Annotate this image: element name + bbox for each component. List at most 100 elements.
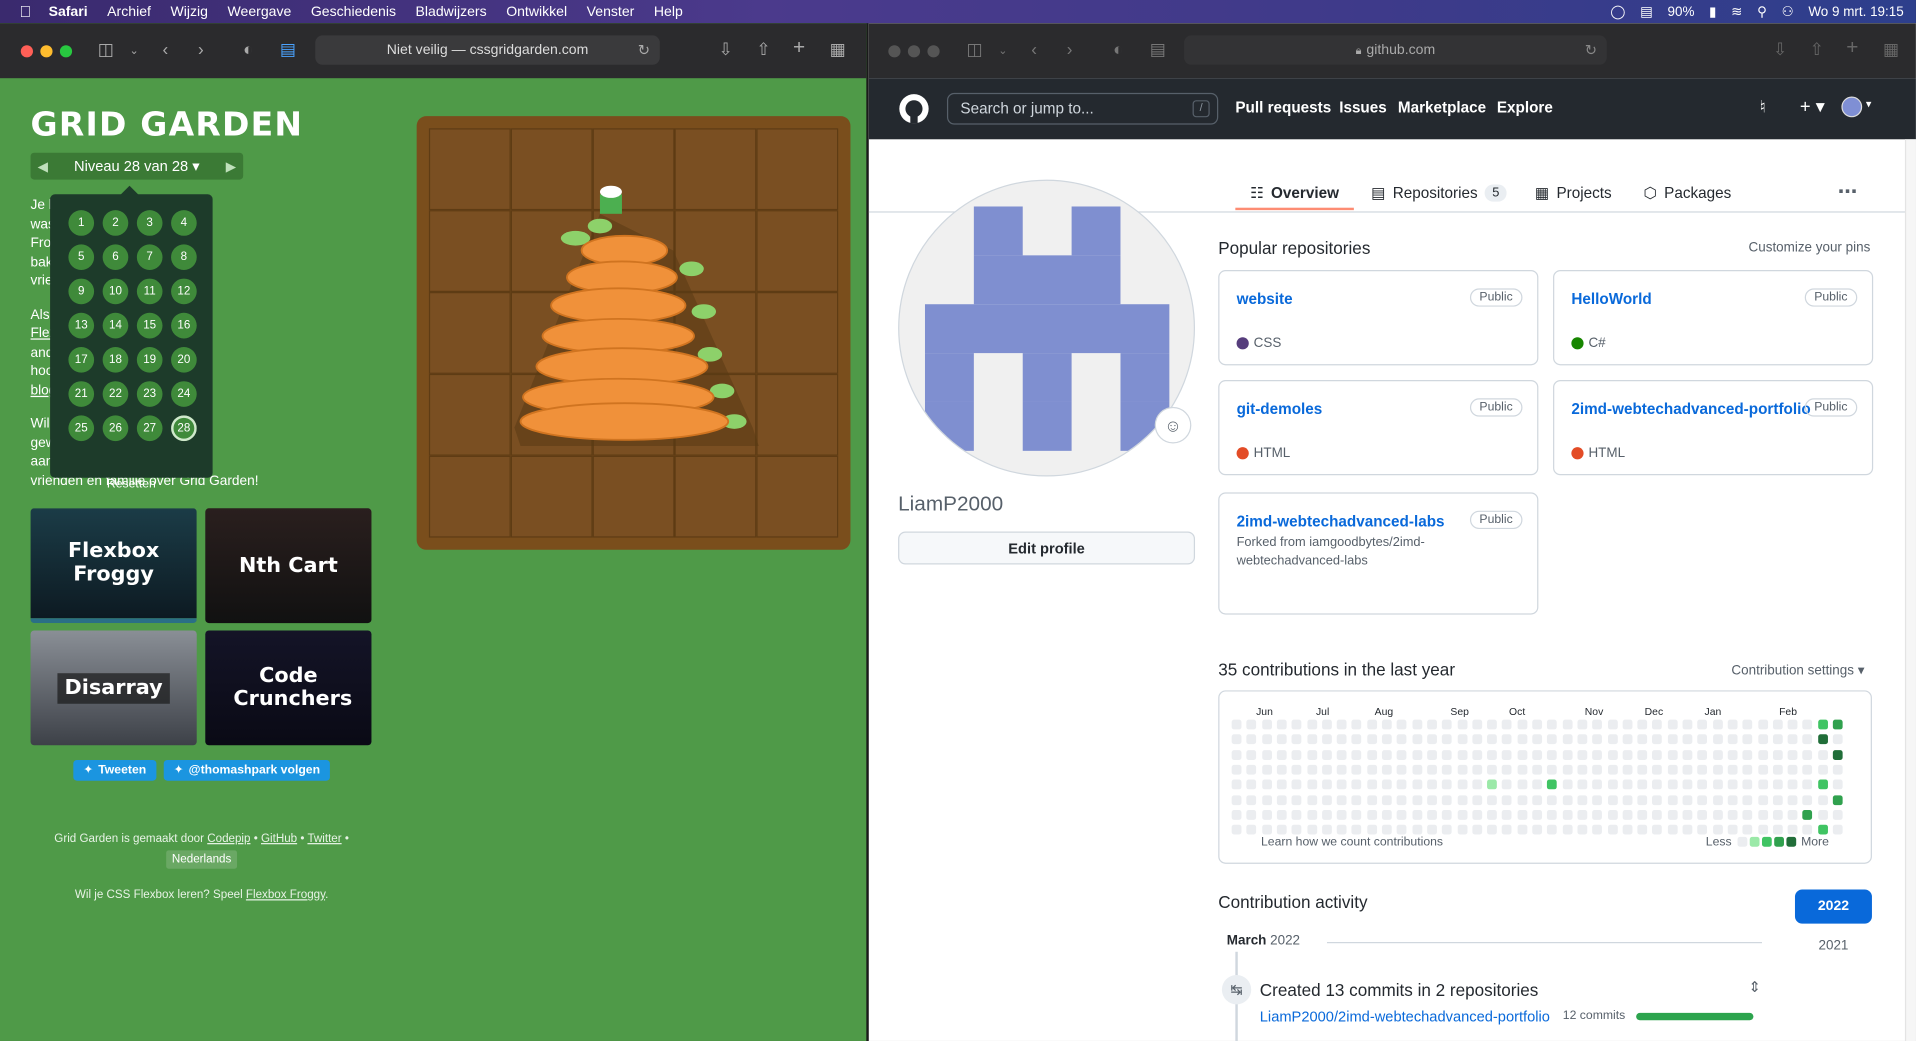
clock[interactable]: Wo 9 mrt. 19:15 [1808,4,1903,19]
contribution-day[interactable] [1276,824,1287,835]
level-button-11[interactable]: 11 [136,278,163,305]
level-button-6[interactable]: 6 [102,244,129,271]
set-status-smiley-icon[interactable]: ☺ [1154,406,1192,444]
contribution-day[interactable] [1517,734,1527,745]
contribution-day[interactable] [1622,824,1633,835]
contribution-day[interactable] [1592,779,1603,790]
contribution-day[interactable] [1832,779,1843,790]
contribution-day[interactable] [1577,734,1588,745]
contribution-day[interactable] [1802,764,1813,775]
contribution-day[interactable] [1742,824,1753,835]
contribution-day[interactable] [1592,794,1603,805]
contribution-day[interactable] [1396,764,1407,775]
contribution-day[interactable] [1622,809,1633,820]
download-icon[interactable]: ⇩ [718,39,732,60]
contribution-day[interactable] [1667,824,1678,835]
more-options-icon[interactable]: ⋯ [1838,180,1858,204]
contribution-day[interactable] [1802,809,1813,820]
game-card-code-crunchers[interactable]: Code Crunchers [205,630,372,746]
contribution-day[interactable] [1712,809,1723,820]
contribution-day[interactable] [1832,719,1843,730]
contribution-day[interactable] [1742,719,1753,730]
contribution-day[interactable] [1712,794,1723,805]
contribution-day[interactable] [1772,794,1783,805]
contribution-day[interactable] [1787,779,1798,790]
contribution-day[interactable] [1321,779,1332,790]
contribution-day[interactable] [1502,809,1512,820]
contribution-day[interactable] [1832,764,1843,775]
contribution-day[interactable] [1336,764,1347,775]
contribution-day[interactable] [1592,824,1603,835]
contribution-day[interactable] [1832,749,1843,760]
contribution-day[interactable] [1442,749,1452,760]
contribution-day[interactable] [1607,764,1618,775]
contribution-day[interactable] [1727,824,1738,835]
close-window-button[interactable] [888,45,901,58]
contribution-day[interactable] [1457,719,1467,730]
tab-projects[interactable]: ▦ Projects [1535,183,1612,202]
level-button-21[interactable]: 21 [68,381,95,407]
bell-icon[interactable]: ♮ [1760,97,1766,118]
minimize-window-button[interactable] [40,45,53,58]
creative-cloud-icon[interactable]: ◯ [1610,4,1625,20]
contribution-day[interactable] [1472,824,1482,835]
contribution-day[interactable] [1652,764,1663,775]
contribution-day[interactable] [1817,764,1828,775]
contribution-day[interactable] [1502,779,1512,790]
contribution-day[interactable] [1727,749,1738,760]
contribution-day[interactable] [1697,734,1708,745]
contribution-day[interactable] [1261,794,1272,805]
contribution-day[interactable] [1231,764,1242,775]
contribution-day[interactable] [1802,749,1813,760]
contribution-day[interactable] [1727,779,1738,790]
close-window-button[interactable] [20,45,33,58]
contribution-day[interactable] [1637,764,1648,775]
contribution-day[interactable] [1336,749,1347,760]
menu-item-archief[interactable]: Archief [107,4,151,19]
contribution-day[interactable] [1667,764,1678,775]
level-selector[interactable]: ◀ Niveau 28 van 28 ▾ ▶ [30,152,244,180]
contribution-day[interactable] [1306,809,1317,820]
zoom-window-button[interactable] [927,45,940,58]
sidebar-icon[interactable]: ◫ [98,39,114,60]
chevron-down-icon[interactable]: ⌄ [130,44,139,57]
contribution-day[interactable] [1532,719,1543,730]
contribution-day[interactable] [1396,779,1407,790]
contribution-day[interactable] [1261,734,1272,745]
contribution-day[interactable] [1412,749,1422,760]
contribution-day[interactable] [1427,719,1437,730]
contribution-day[interactable] [1396,809,1407,820]
level-button-9[interactable]: 9 [68,278,95,305]
contribution-day[interactable] [1712,824,1723,835]
address-bar[interactable]: Niet veilig — cssgridgarden.com ↻ [315,35,660,65]
contribution-day[interactable] [1637,734,1648,745]
contribution-day[interactable] [1772,779,1783,790]
contribution-day[interactable] [1246,749,1257,760]
contribution-day[interactable] [1306,764,1317,775]
menu-item-help[interactable]: Help [654,4,683,19]
contribution-day[interactable] [1472,764,1482,775]
contribution-day[interactable] [1607,719,1618,730]
tab-overview-icon[interactable]: ▦ [830,39,846,60]
contribution-day[interactable] [1246,809,1257,820]
contribution-day[interactable] [1697,824,1708,835]
contribution-day[interactable] [1276,734,1287,745]
contribution-day[interactable] [1366,779,1377,790]
contribution-day[interactable] [1652,749,1663,760]
contribution-day[interactable] [1787,734,1798,745]
previous-level-arrow-icon[interactable]: ◀ [31,158,55,174]
scrollbar[interactable] [1904,139,1916,1041]
year-button-2022[interactable]: 2022 [1794,889,1872,924]
contribution-day[interactable] [1757,764,1768,775]
github-logo-icon[interactable] [898,93,930,125]
contribution-day[interactable] [1246,764,1257,775]
contribution-day[interactable] [1772,734,1783,745]
contribution-day[interactable] [1532,824,1543,835]
contribution-settings-dropdown[interactable]: Contribution settings ▾ [1731,662,1864,678]
contribution-day[interactable] [1817,719,1828,730]
contribution-day[interactable] [1246,824,1257,835]
contribution-day[interactable] [1321,794,1332,805]
contribution-day[interactable] [1592,764,1603,775]
contribution-day[interactable] [1427,734,1437,745]
contribution-day[interactable] [1502,719,1512,730]
